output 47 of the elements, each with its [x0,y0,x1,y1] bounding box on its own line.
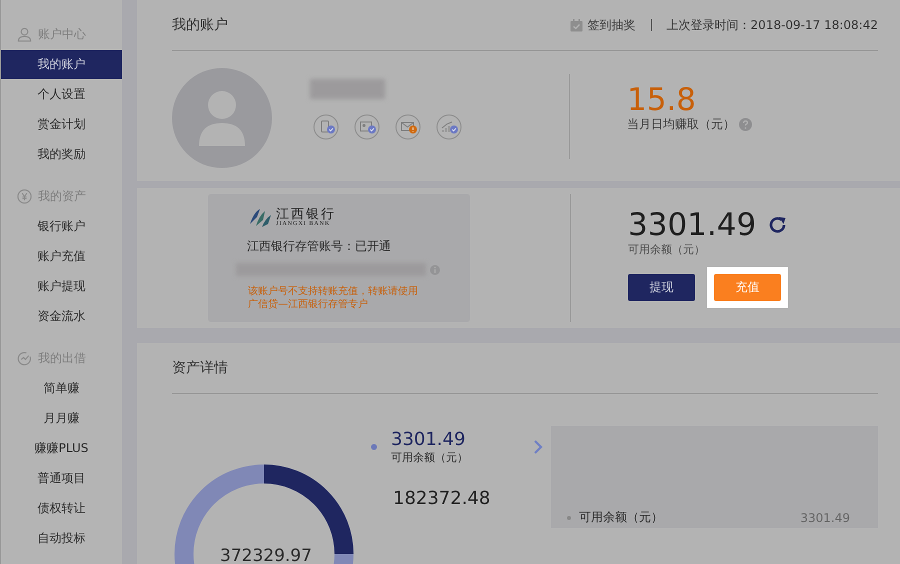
sign-in-lottery-link[interactable]: 签到抽奖 [588,16,636,34]
sidebar-item[interactable]: 我的账户 [1,50,122,79]
chevron-right-icon[interactable] [533,439,543,456]
help-icon[interactable] [739,118,752,132]
transfer-notice: 该账户号不支持转账充值，转账请使用广信贷—江西银行存管专户 [248,285,419,311]
id-card-icon[interactable] [354,114,380,140]
sidebar-item[interactable]: 简单赚 [1,374,122,403]
sidebar-item[interactable]: 赚赚PLUS [1,434,122,463]
avatar-icon [172,68,272,168]
daily-earning-label: 当月日均赚取（元） [627,116,735,134]
refresh-icon[interactable] [768,215,788,235]
sidebar-item[interactable]: 个人设置 [1,80,122,109]
sidebar-item[interactable]: 赏金计划 [1,110,122,139]
bank-logo-text: 江西银行 [276,208,336,220]
sidebar-item[interactable]: 账户提现 [1,272,122,301]
card-title: 我的账户 [172,16,228,34]
mail-icon[interactable] [395,114,421,140]
withdraw-button[interactable]: 提现 [628,274,695,302]
detail-value: 3301.49 [800,510,850,524]
card-title: 资产详情 [172,359,228,377]
available-balance-label: 可用余额（元） [628,242,706,258]
sidebar-item[interactable]: 我的奖励 [1,140,122,169]
sidebar-item[interactable]: 账户充值 [1,242,122,271]
sidebar-item[interactable]: 普通项目 [1,464,122,493]
legend-value: 3301.49 [391,430,466,450]
legend-value: 182372.48 [393,488,492,509]
available-balance-value: 3301.49 [628,208,756,242]
chart-icon[interactable] [436,114,462,140]
sidebar-item[interactable]: 债权转让 [1,494,122,523]
sidebar-item[interactable]: 自动投标 [1,524,122,553]
detail-label: 可用余额（元） [579,509,664,526]
person-icon [17,26,32,42]
legend-dot [371,444,377,450]
info-icon[interactable] [430,264,440,274]
chart-circle-icon [17,350,32,366]
sidebar-item[interactable]: 月月赚 [1,404,122,433]
last-login-time: 上次登录时间：2018-09-17 18:08:42 [666,16,878,34]
phone-icon[interactable] [313,114,339,140]
sidebar-item[interactable]: 银行账户 [1,212,122,241]
legend-label: 可用余额（元） [391,450,469,465]
depository-status: 江西银行存管账号：已开通 [247,238,392,255]
sidebar-item[interactable]: 资金流水 [1,302,122,331]
yen-icon [17,188,32,204]
bank-logo-icon [248,206,272,228]
calendar-check-icon [570,18,583,32]
total-assets-value: 372329.97 [220,546,312,564]
daily-earning-value: 15.8 [627,84,698,116]
